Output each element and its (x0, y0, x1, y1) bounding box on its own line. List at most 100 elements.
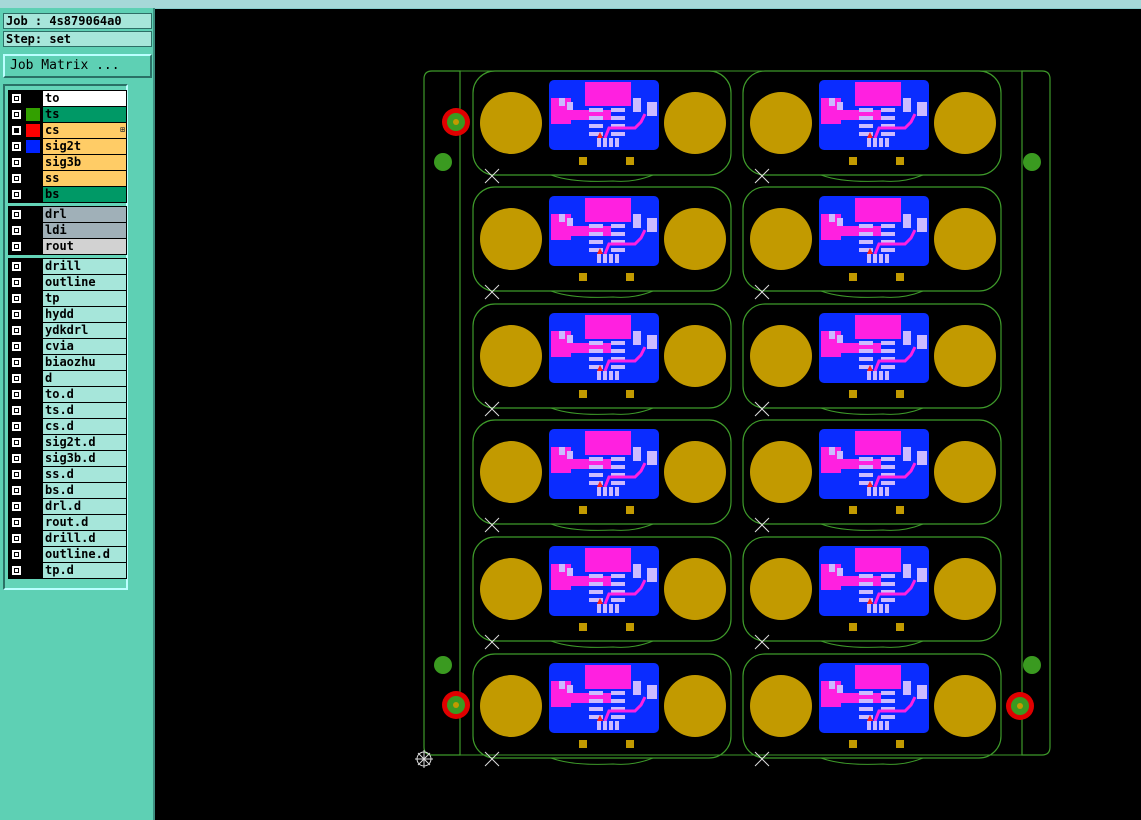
layer-row-rout.d[interactable]: rout.d (9, 515, 126, 530)
layer-name-label[interactable]: ss.d (43, 467, 126, 482)
layer-checkbox[interactable] (11, 341, 22, 352)
layer-row-ts.d[interactable]: ts.d (9, 403, 126, 418)
layer-color-swatch[interactable] (26, 372, 40, 385)
layer-checkbox[interactable] (11, 437, 22, 448)
layer-name-label[interactable]: cs.d (43, 419, 126, 434)
layer-checkbox[interactable] (11, 533, 22, 544)
layer-name-label[interactable]: sig3b (43, 155, 126, 170)
layer-row-rout[interactable]: rout (9, 239, 126, 254)
layer-checkbox[interactable] (11, 225, 22, 236)
layer-checkbox[interactable] (11, 189, 22, 200)
layer-row-bs[interactable]: bs (9, 187, 126, 202)
layer-color-swatch[interactable] (26, 208, 40, 221)
layer-row-bs.d[interactable]: bs.d (9, 483, 126, 498)
layer-name-label[interactable]: drl.d (43, 499, 126, 514)
layer-color-swatch[interactable] (26, 156, 40, 169)
layer-name-label[interactable]: rout.d (43, 515, 126, 530)
layer-name-label[interactable]: ss (43, 171, 126, 186)
layer-color-swatch[interactable] (26, 468, 40, 481)
graphic-canvas[interactable] (157, 12, 1141, 820)
layer-color-swatch[interactable] (26, 108, 40, 121)
layer-row-drl[interactable]: drl (9, 207, 126, 222)
layer-row-d[interactable]: d (9, 371, 126, 386)
layer-checkbox[interactable] (11, 109, 22, 120)
layer-color-swatch[interactable] (26, 404, 40, 417)
layer-checkbox[interactable] (11, 209, 22, 220)
layer-color-swatch[interactable] (26, 452, 40, 465)
layer-row-ydkdrl[interactable]: ydkdrl (9, 323, 126, 338)
layer-color-swatch[interactable] (26, 340, 40, 353)
layer-row-to.d[interactable]: to.d (9, 387, 126, 402)
layer-color-swatch[interactable] (26, 240, 40, 253)
layer-color-swatch[interactable] (26, 548, 40, 561)
layer-checkbox[interactable] (11, 241, 22, 252)
layer-color-swatch[interactable] (26, 420, 40, 433)
layer-checkbox[interactable] (11, 173, 22, 184)
layer-checkbox[interactable] (11, 501, 22, 512)
layer-name-label[interactable]: sig3b.d (43, 451, 126, 466)
layer-checkbox[interactable] (11, 565, 22, 576)
layer-checkbox[interactable] (11, 405, 22, 416)
layer-name-label[interactable]: outline.d (43, 547, 126, 562)
layer-row-sig2t[interactable]: sig2t (9, 139, 126, 154)
layer-color-swatch[interactable] (26, 140, 40, 153)
layer-color-swatch[interactable] (26, 92, 40, 105)
layer-color-swatch[interactable] (26, 224, 40, 237)
layer-color-swatch[interactable] (26, 564, 40, 577)
layer-name-label[interactable]: ldi (43, 223, 126, 238)
layer-name-label[interactable]: bs (43, 187, 126, 202)
layer-checkbox[interactable] (11, 293, 22, 304)
job-matrix-button[interactable]: Job Matrix ... (3, 54, 152, 78)
layer-color-swatch[interactable] (26, 500, 40, 513)
layer-name-label[interactable]: hydd (43, 307, 126, 322)
layer-color-swatch[interactable] (26, 532, 40, 545)
layer-checkbox[interactable] (11, 261, 22, 272)
layer-name-label[interactable]: ts.d (43, 403, 126, 418)
layer-checkbox[interactable] (11, 277, 22, 288)
layer-row-sig3b[interactable]: sig3b (9, 155, 126, 170)
layer-color-swatch[interactable] (26, 292, 40, 305)
layer-name-label[interactable]: drill (43, 259, 126, 274)
layer-name-label[interactable]: d (43, 371, 126, 386)
layer-row-tp.d[interactable]: tp.d (9, 563, 126, 578)
layer-name-label[interactable]: to (43, 91, 126, 106)
layer-row-ldi[interactable]: ldi (9, 223, 126, 238)
layer-row-sig3b.d[interactable]: sig3b.d (9, 451, 126, 466)
layer-color-swatch[interactable] (26, 484, 40, 497)
layer-row-to[interactable]: to (9, 91, 126, 106)
layer-row-cs[interactable]: cs ⊞ (9, 123, 126, 138)
layer-name-label[interactable]: rout (43, 239, 126, 254)
layer-checkbox[interactable] (11, 389, 22, 400)
layer-row-ts[interactable]: ts (9, 107, 126, 122)
layer-name-label[interactable]: bs.d (43, 483, 126, 498)
layer-name-label[interactable]: tp.d (43, 563, 126, 578)
layer-row-tp[interactable]: tp (9, 291, 126, 306)
layer-color-swatch[interactable] (26, 516, 40, 529)
layer-color-swatch[interactable] (26, 260, 40, 273)
layer-checkbox[interactable] (11, 373, 22, 384)
layer-color-swatch[interactable] (26, 172, 40, 185)
layer-checkbox[interactable] (11, 125, 22, 136)
layer-checkbox[interactable] (11, 357, 22, 368)
layer-row-drill[interactable]: drill (9, 259, 126, 274)
layer-name-label[interactable]: drl (43, 207, 126, 222)
layer-name-label[interactable]: ydkdrl (43, 323, 126, 338)
layer-checkbox[interactable] (11, 309, 22, 320)
layer-checkbox[interactable] (11, 141, 22, 152)
layer-name-label[interactable]: biaozhu (43, 355, 126, 370)
layer-name-label[interactable]: outline (43, 275, 126, 290)
layer-row-sig2t.d[interactable]: sig2t.d (9, 435, 126, 450)
layer-checkbox[interactable] (11, 421, 22, 432)
layer-color-swatch[interactable] (26, 356, 40, 369)
layer-row-drl.d[interactable]: drl.d (9, 499, 126, 514)
layer-name-label[interactable]: cs ⊞ (43, 123, 126, 138)
layer-color-swatch[interactable] (26, 308, 40, 321)
layer-row-ss.d[interactable]: ss.d (9, 467, 126, 482)
layer-checkbox[interactable] (11, 93, 22, 104)
layer-row-drill.d[interactable]: drill.d (9, 531, 126, 546)
layer-name-label[interactable]: cvia (43, 339, 126, 354)
layer-row-biaozhu[interactable]: biaozhu (9, 355, 126, 370)
layer-name-label[interactable]: ts (43, 107, 126, 122)
layer-checkbox[interactable] (11, 453, 22, 464)
layer-name-label[interactable]: tp (43, 291, 126, 306)
